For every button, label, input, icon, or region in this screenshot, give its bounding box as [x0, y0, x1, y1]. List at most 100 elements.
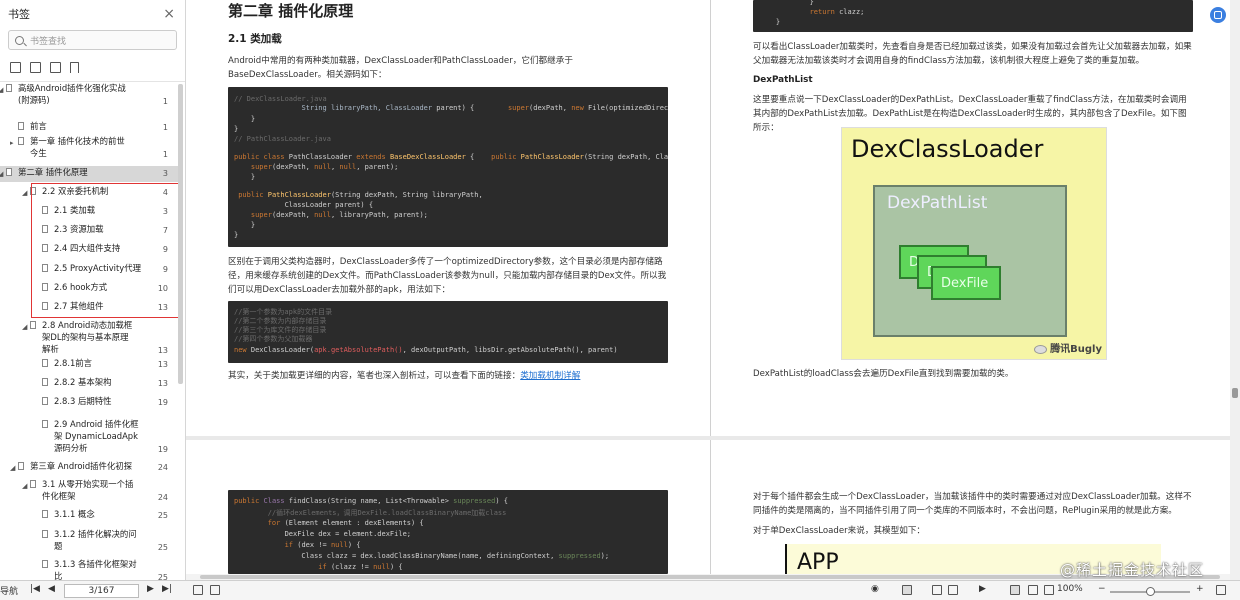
collapse-icon[interactable]: ◢	[0, 168, 3, 180]
expand-all-icon[interactable]	[10, 62, 21, 73]
next-page-icon[interactable]: ▶	[147, 584, 154, 594]
sidebar-item[interactable]: 3.1.2 插件化解决的问 题 25	[0, 528, 178, 556]
first-page-icon[interactable]: |◀	[30, 584, 40, 594]
vertical-scroll-thumb[interactable]	[1232, 388, 1238, 398]
sidebar-item-page: 19	[157, 445, 168, 454]
sidebar-item-page: 1	[162, 97, 168, 106]
code-block: //第一个参数为apk的文件目录 //第二个参数为内部存储目录 //第三个为库文…	[228, 301, 668, 363]
zoom-in-icon[interactable]: +	[1196, 584, 1204, 594]
fit-width-icon[interactable]	[1010, 585, 1020, 595]
paragraph: 区别在于调用父类构造器时，DexClassLoader多传了一个optimize…	[228, 257, 667, 295]
sidebar-item-label: 2.9 Android 插件化框 架 DynamicLoadApk 源码分析	[54, 419, 139, 453]
sidebar-item-label: 2.8 Android动态加载框 架DL的架构与基本原理 解析	[42, 320, 133, 354]
sidebar-item-label: 2.8.1前言	[54, 358, 93, 368]
paragraph: 对于每个插件都会生成一个DexClassLoader，当加载该插件中的类时需要通…	[753, 492, 1192, 516]
sidebar-item-label: 前言	[30, 121, 47, 131]
sidebar-item-page: 3	[162, 169, 168, 178]
sidebar-item-label: 第一章 插件化技术的前世 今生	[30, 136, 125, 158]
sidebar-item[interactable]: 2.8.3 后期特性 19	[0, 395, 178, 411]
bookmark-page-icon	[30, 321, 36, 329]
close-icon[interactable]: ×	[163, 6, 175, 22]
dexclassloader-figure: DexClassLoader DexPathList DexFile DexFi…	[841, 127, 1107, 360]
sidebar-item-page: 13	[157, 379, 168, 388]
collapse-icon[interactable]: ◢	[22, 321, 27, 333]
page-3-right: } return clazz; } 可以看出ClassLoader加载类时，先查…	[710, 0, 1230, 436]
section-heading: DexPathList	[753, 75, 813, 85]
bookmark-sidebar: 书签 × 书签查找 ◢ 高级Android插件化强化实战 (附源码) 1 前言 1 ▸ 第一…	[0, 0, 186, 580]
search-icon	[15, 35, 24, 45]
sidebar-item[interactable]: 前言 1	[0, 120, 178, 136]
sidebar-item[interactable]: ◢ 2.8 Android动态加载框 架DL的架构与基本原理 解析 13	[0, 319, 178, 359]
bookmark-page-icon	[18, 137, 24, 145]
collapse-all-icon[interactable]	[30, 62, 41, 73]
zoom-slider-thumb[interactable]	[1146, 587, 1155, 596]
bookmark-page-icon	[18, 462, 24, 470]
dexfile-box: DexFile	[931, 266, 1001, 300]
assistant-icon[interactable]	[1210, 7, 1226, 23]
watermark-text: 腾讯Bugly	[1050, 344, 1102, 355]
sidebar-title: 书签	[8, 8, 30, 21]
sidebar-item[interactable]: 2.8.1前言 13	[0, 357, 178, 373]
bookmark-page-icon	[42, 530, 48, 538]
page-number-input[interactable]: 3/167	[64, 584, 139, 598]
dexpathlist-label: DexPathList	[887, 193, 988, 213]
sidebar-item[interactable]: ◢ 第二章 插件化原理 3	[0, 166, 178, 182]
sidebar-item[interactable]: 2.8.2 基本架构 13	[0, 376, 178, 392]
fullscreen-icon[interactable]	[1216, 585, 1226, 595]
rotate-icon[interactable]	[1044, 585, 1054, 595]
eye-icon[interactable]: ◉	[871, 584, 879, 594]
last-page-icon[interactable]: ▶|	[162, 584, 172, 594]
add-bookmark-icon[interactable]	[50, 62, 61, 73]
paragraph: Android中常用的有两种类加载器，DexClassLoader和PathCl…	[228, 56, 573, 80]
sidebar-scrollbar[interactable]	[178, 84, 183, 384]
paragraph: 对于单DexClassLoader来说，其模型如下：	[753, 526, 926, 536]
bookmark-page-icon	[18, 122, 24, 130]
code-block: // DexClassLoader.java String libraryPat…	[228, 87, 668, 247]
collapse-icon[interactable]: ◢	[22, 187, 27, 199]
pdf-reader-window: 书签 × 书签查找 ◢ 高级Android插件化强化实战 (附源码) 1 前言 1 ▸ 第一…	[0, 0, 1240, 600]
sidebar-item[interactable]: 3.1.3 各插件化框架对 比 25	[0, 558, 178, 580]
exit-icon[interactable]	[210, 585, 220, 595]
expand-icon[interactable]: ▸	[10, 137, 14, 149]
sidebar-toggle-icon[interactable]	[193, 585, 203, 595]
play-icon[interactable]: ▶	[979, 584, 986, 594]
sidebar-header: 书签 ×	[0, 0, 185, 28]
sidebar-item-page: 24	[157, 493, 168, 502]
sidebar-item[interactable]: ◢ 高级Android插件化强化实战 (附源码) 1	[0, 82, 178, 110]
sidebar-item-page: 25	[157, 543, 168, 552]
fit-page-icon[interactable]	[1028, 585, 1038, 595]
bookmark-page-icon	[42, 359, 48, 367]
bookmark-page-icon	[42, 420, 48, 428]
figure-title: DexClassLoader	[851, 135, 1044, 163]
bookmark-page-icon	[6, 168, 12, 176]
bookmark-search-input[interactable]: 书签查找	[8, 30, 177, 50]
sidebar-item[interactable]: 3.1.1 概念 25	[0, 508, 178, 524]
sidebar-item[interactable]: ◢ 第三章 Android插件化初探 24	[0, 460, 178, 476]
sidebar-item-label: 2.8.3 后期特性	[54, 396, 112, 406]
single-page-icon[interactable]	[902, 585, 912, 595]
sidebar-item-page: 25	[157, 511, 168, 520]
code-block: } return clazz; }	[753, 0, 1193, 32]
zoom-out-icon[interactable]: −	[1098, 584, 1106, 594]
sidebar-toolbar	[0, 54, 185, 82]
vertical-scrollbar[interactable]	[1230, 0, 1240, 580]
sidebar-item-page: 24	[157, 463, 168, 472]
navigation-label[interactable]: 导航	[0, 584, 18, 597]
bookmark-icon[interactable]	[70, 62, 79, 73]
sidebar-item[interactable]: ▸ 第一章 插件化技术的前世 今生 1	[0, 135, 178, 163]
zoom-level[interactable]: 100%	[1057, 584, 1083, 594]
bookmark-page-icon	[30, 480, 36, 488]
sidebar-item-label: 3.1.1 概念	[54, 509, 95, 519]
bookmark-page-icon	[42, 560, 48, 568]
sidebar-item-page: 13	[157, 346, 168, 355]
collapse-icon[interactable]: ◢	[22, 480, 27, 492]
sidebar-item-label: 3.1.2 插件化解决的问 题	[54, 529, 137, 551]
class-loading-link[interactable]: 类加载机制详解	[520, 371, 580, 381]
dual-page-icon[interactable]	[948, 585, 958, 595]
prev-page-icon[interactable]: ◀	[48, 584, 55, 594]
document-view-icon[interactable]	[932, 585, 942, 595]
sidebar-item[interactable]: 2.9 Android 插件化框 架 DynamicLoadApk 源码分析 19	[0, 418, 178, 458]
collapse-icon[interactable]: ◢	[10, 462, 15, 474]
collapse-icon[interactable]: ◢	[0, 84, 3, 96]
sidebar-item[interactable]: ◢ 3.1 从零开始实现一个插 件化框架 24	[0, 478, 178, 506]
